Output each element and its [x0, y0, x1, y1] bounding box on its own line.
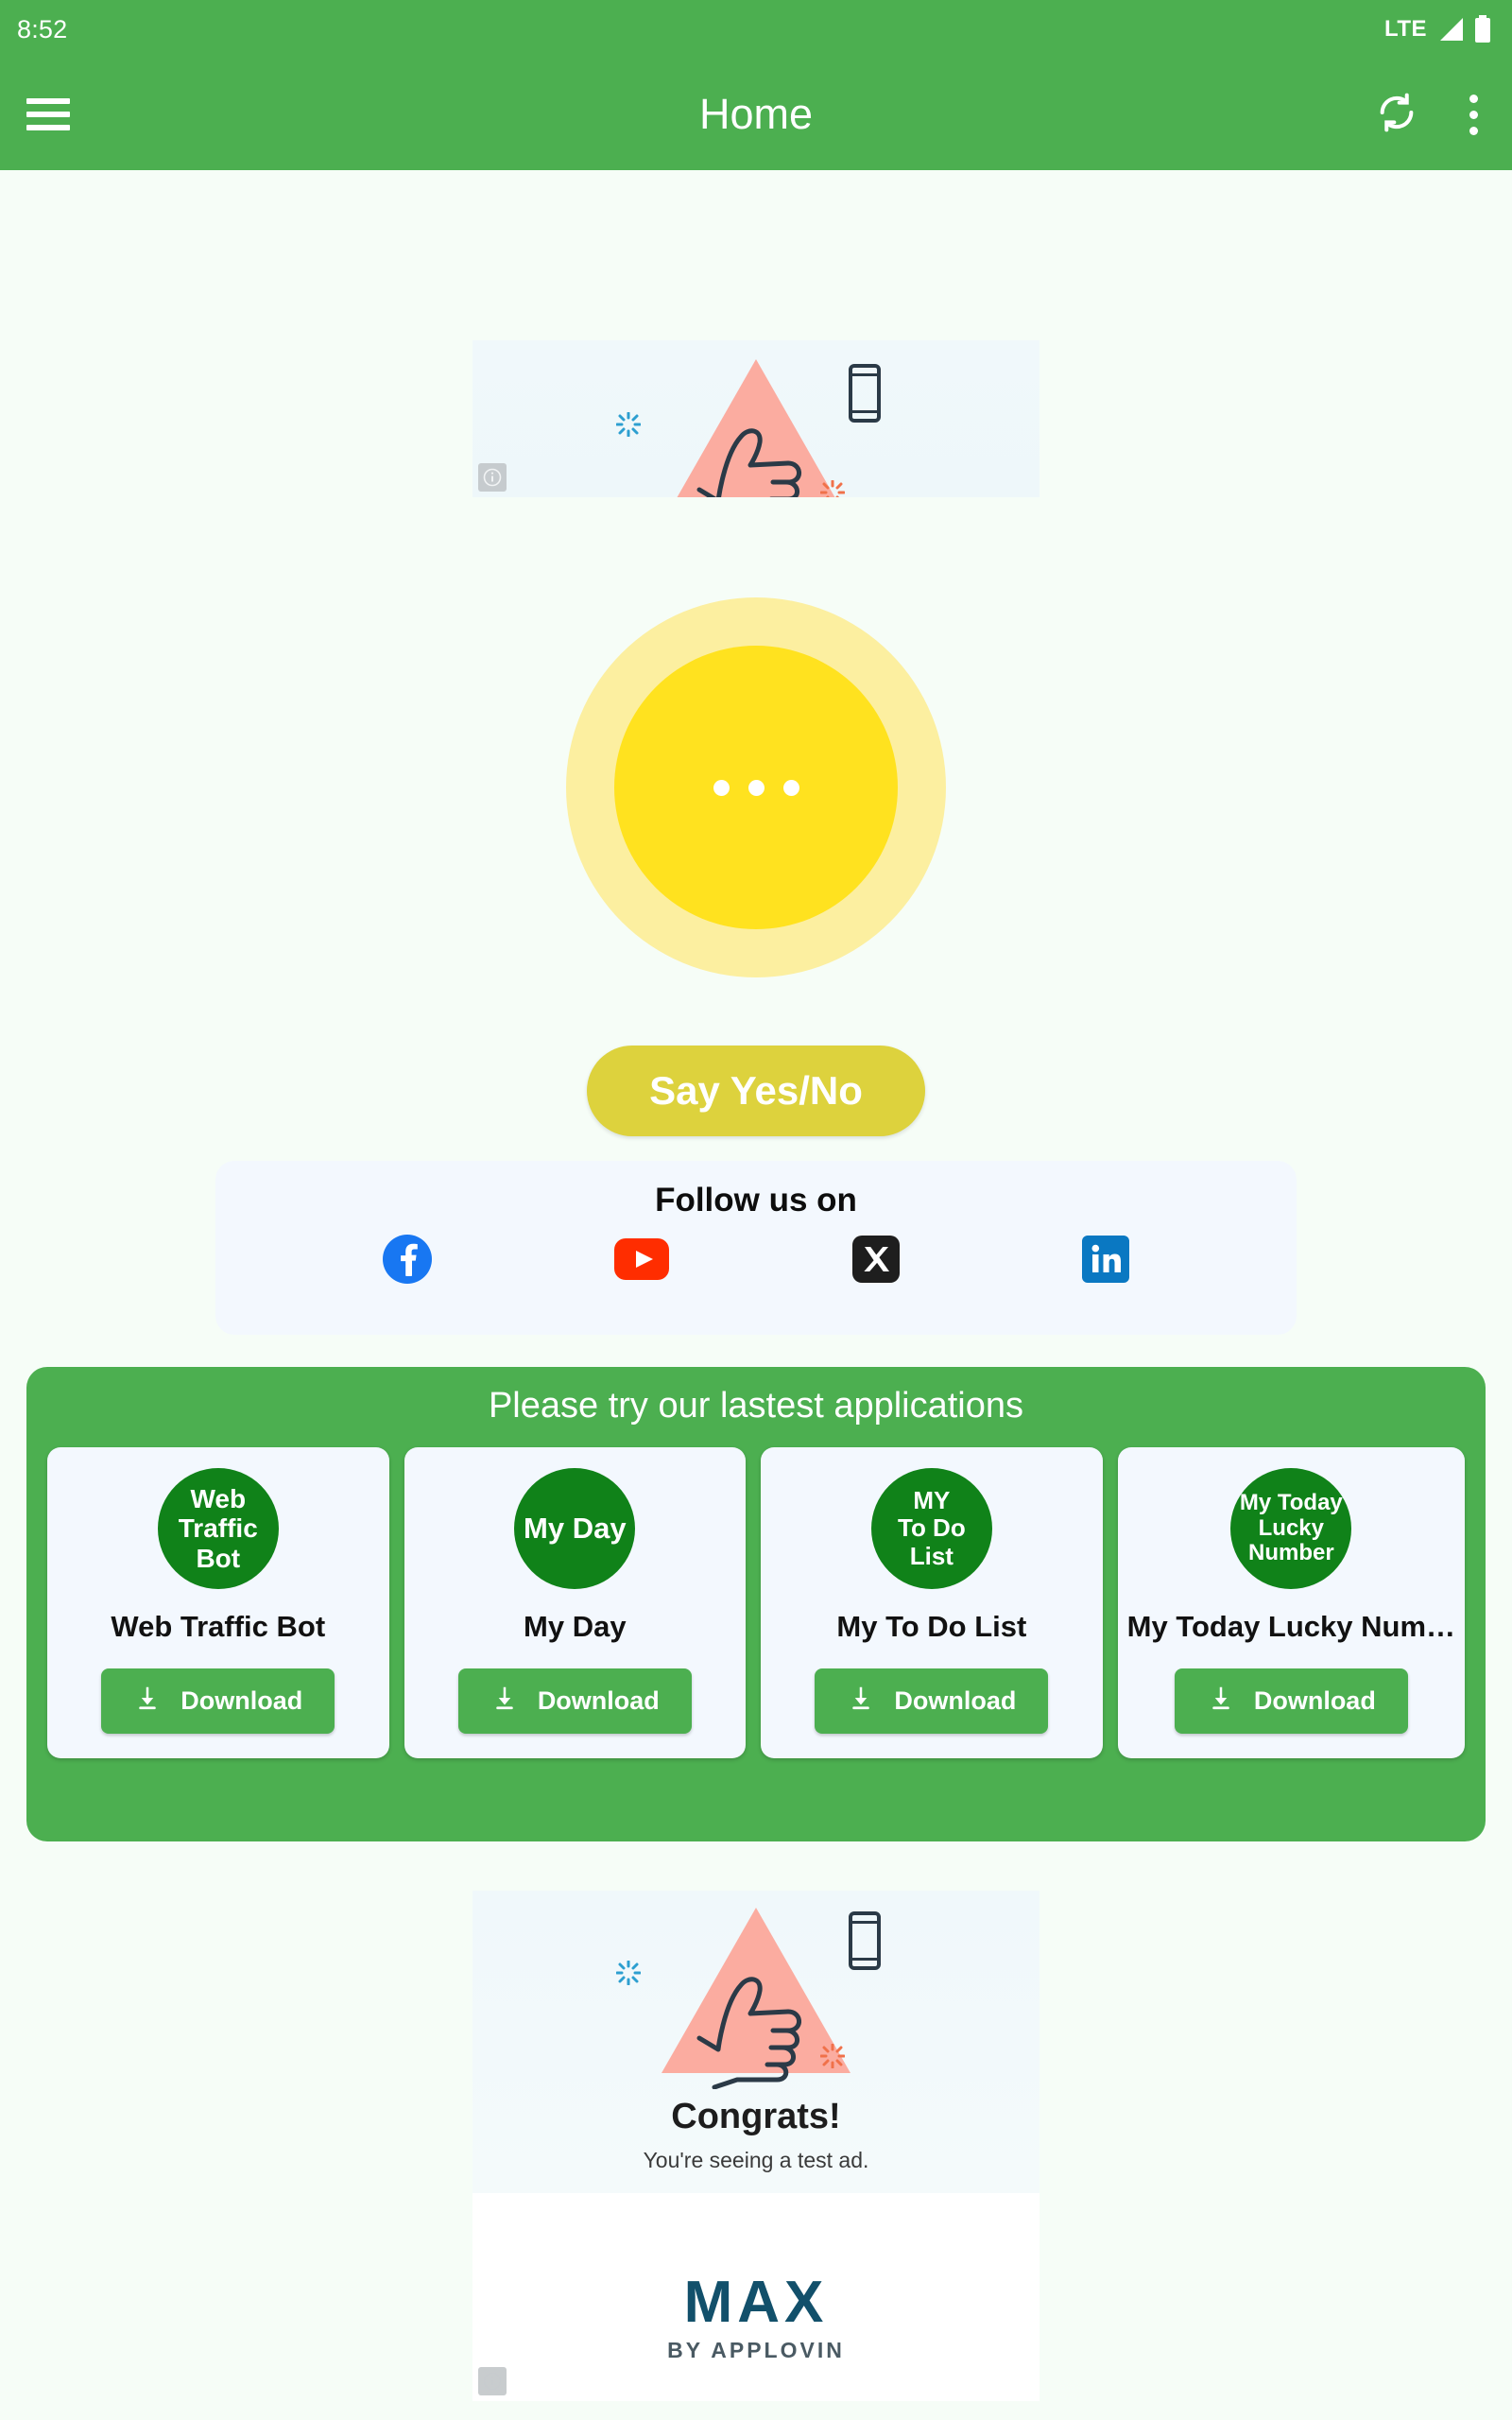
app-name: My To Do List [836, 1610, 1027, 1643]
app-logo: My Day [514, 1468, 636, 1589]
phone-outline-icon [849, 1911, 881, 1970]
loading-dot [713, 779, 730, 796]
app-logo: Web Traffic Bot [157, 1468, 279, 1589]
ad-info-icon[interactable] [478, 2367, 507, 2395]
hamburger-menu-icon[interactable] [26, 98, 70, 130]
overflow-menu-icon[interactable] [1460, 89, 1487, 141]
download-button[interactable]: Download [101, 1668, 335, 1734]
voice-control-section: Say Yes/No [0, 597, 1512, 1136]
download-icon [1207, 1684, 1235, 1719]
app-bar-actions [1375, 89, 1487, 141]
status-indicators: LTE [1384, 15, 1491, 43]
download-button[interactable]: Download [457, 1668, 692, 1734]
facebook-icon[interactable] [382, 1235, 432, 1288]
app-bar: Home [0, 59, 1512, 170]
app-name: My Day [524, 1610, 627, 1643]
app-name: My Today Lucky Num… [1126, 1610, 1456, 1643]
app-logo: MY To Do List [870, 1468, 992, 1589]
download-button[interactable]: Download [815, 1668, 1049, 1734]
applications-row: Web Traffic Bot Web Traffic Bot Download… [47, 1447, 1466, 1758]
say-yes-no-button[interactable]: Say Yes/No [587, 1046, 925, 1136]
phone-outline-icon [849, 364, 881, 423]
loading-dot [782, 779, 799, 796]
listening-circle-outer [566, 597, 946, 977]
ad-headline: Congrats! [671, 2097, 841, 2136]
download-icon [847, 1684, 875, 1719]
loading-dot [747, 779, 765, 796]
youtube-icon[interactable] [614, 1238, 670, 1285]
ad-banner-bottom[interactable]: Congrats! You're seeing a test ad. MAX B… [472, 1891, 1040, 2401]
listening-circle[interactable] [614, 646, 898, 929]
follow-us-card: Follow us on [215, 1161, 1297, 1335]
app-card-web-traffic-bot[interactable]: Web Traffic Bot Web Traffic Bot Download [47, 1447, 389, 1758]
download-label: Download [1253, 1686, 1376, 1715]
linkedin-icon[interactable] [1082, 1236, 1130, 1288]
max-brand: MAX [683, 2270, 829, 2335]
page-title: Home [698, 90, 814, 138]
ad-banner-top[interactable] [472, 340, 1040, 497]
sparkle-blue-icon [616, 412, 641, 437]
download-button[interactable]: Download [1174, 1668, 1408, 1734]
ad-subtext: You're seeing a test ad. [643, 2148, 869, 2172]
page-content: Say Yes/No Follow us on Please try our l… [0, 170, 1512, 2420]
app-card-my-today-lucky-number[interactable]: My Today Lucky Number My Today Lucky Num… [1117, 1447, 1466, 1758]
latest-applications-panel: Please try our lastest applications Web … [26, 1367, 1486, 1841]
ad-info-icon[interactable] [478, 463, 507, 492]
sparkle-blue-icon [616, 1961, 641, 1985]
applications-heading: Please try our lastest applications [488, 1386, 1024, 1426]
thumbs-up-triangle-illustration [472, 340, 1040, 497]
app-card-my-to-do-list[interactable]: MY To Do List My To Do List Download [761, 1447, 1103, 1758]
app-card-my-day[interactable]: My Day My Day Download [404, 1447, 747, 1758]
status-bar: 8:52 LTE [0, 0, 1512, 59]
app-name: Web Traffic Bot [111, 1610, 326, 1643]
network-type-label: LTE [1383, 16, 1427, 42]
social-links-row [215, 1235, 1297, 1288]
sparkle-orange-icon [820, 480, 845, 497]
max-brand-sub: BY APPLOVIN [667, 2338, 845, 2362]
download-icon [133, 1684, 162, 1719]
signal-bars-icon [1436, 16, 1465, 43]
battery-full-icon [1474, 15, 1491, 43]
follow-us-title: Follow us on [655, 1182, 857, 1219]
download-label: Download [894, 1686, 1017, 1715]
download-label: Download [180, 1686, 303, 1715]
x-twitter-icon[interactable] [851, 1236, 900, 1288]
status-time: 8:52 [17, 14, 68, 43]
app-logo: My Today Lucky Number [1230, 1468, 1352, 1589]
download-label: Download [537, 1686, 660, 1715]
refresh-sync-icon[interactable] [1375, 91, 1418, 139]
applovin-max-logo: MAX BY APPLOVIN [472, 2269, 1040, 2363]
download-icon [490, 1684, 519, 1719]
sparkle-orange-icon [820, 2044, 845, 2068]
